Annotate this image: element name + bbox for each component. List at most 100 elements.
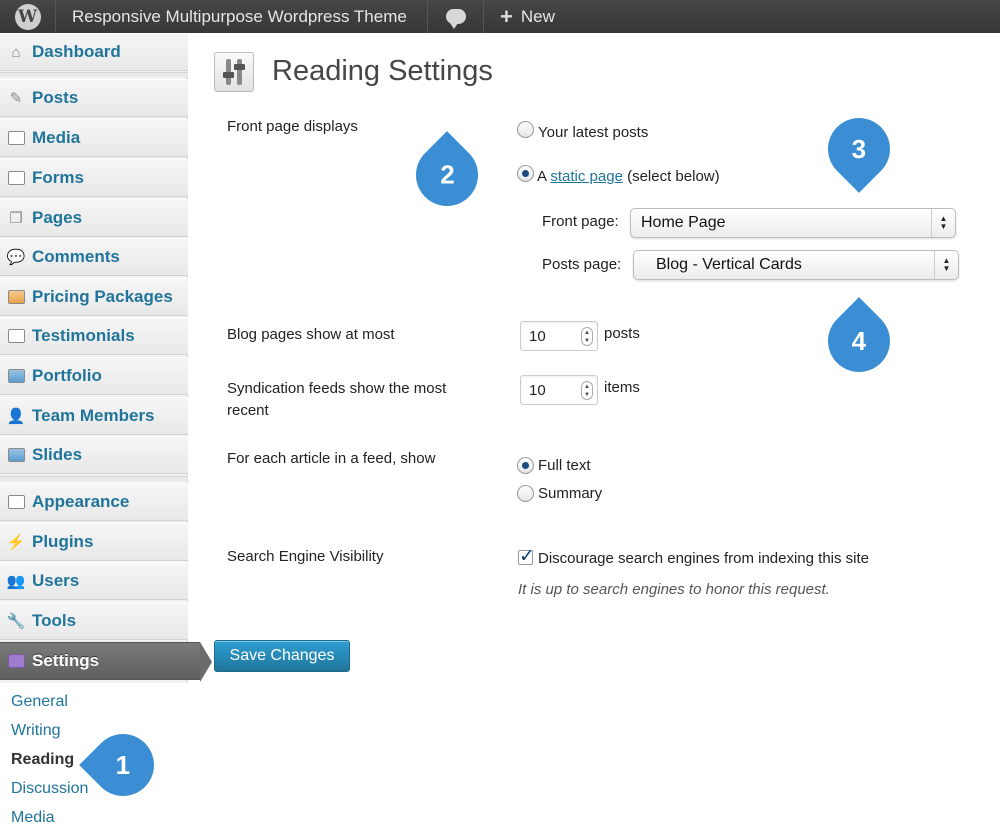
sidebar-item-posts[interactable]: ✎ Posts — [0, 79, 188, 117]
admin-bar: W Responsive Multipurpose Wordpress Them… — [0, 0, 1000, 33]
syndication-unit: items — [604, 379, 640, 396]
syndication-number-input[interactable]: 10 ▲ ▼ — [520, 375, 598, 405]
callout-marker-2: 2 — [403, 131, 491, 219]
sidebar-item-label: Testimonials — [32, 326, 135, 345]
sidebar-item-label: Team Members — [32, 406, 155, 425]
page-title: Reading Settings — [272, 55, 493, 87]
team-icon: 👤 — [6, 408, 26, 425]
latest-posts-radio[interactable] — [517, 121, 534, 138]
select-arrows-icon: ▲ ▼ — [931, 209, 955, 237]
full-text-radio[interactable] — [517, 457, 534, 474]
sidebar-item-label: Plugins — [32, 532, 94, 551]
new-content-button[interactable]: + New — [484, 0, 571, 33]
settings-icon — [5, 652, 27, 670]
appearance-icon — [5, 493, 27, 511]
portfolio-icon — [5, 367, 27, 385]
blog-pages-number-input[interactable]: 10 ▲ ▼ — [520, 321, 598, 351]
front-page-select-label: Front page: — [542, 213, 619, 230]
latest-posts-option-label: Your latest posts — [538, 124, 649, 141]
admin-sidebar: ⌂ Dashboard ✎ Posts Media Forms ❐ Pages … — [0, 33, 212, 834]
wordpress-logo-button[interactable]: W — [0, 0, 56, 33]
testimonials-icon — [5, 327, 27, 345]
syndication-label: Syndication feeds show the most recent — [227, 380, 447, 419]
sidebar-item-label: Portfolio — [32, 366, 102, 385]
sidebar-item-users[interactable]: 👥 Users — [0, 562, 188, 600]
sidebar-item-label: Dashboard — [32, 42, 121, 61]
save-changes-button[interactable]: Save Changes — [214, 640, 350, 672]
submenu-item-media[interactable]: Media — [11, 809, 55, 827]
full-text-option-label: Full text — [538, 457, 591, 474]
sidebar-item-label: Settings — [32, 651, 100, 670]
slides-icon — [5, 446, 27, 464]
wordpress-logo-icon: W — [14, 3, 41, 30]
comment-bubble-icon — [445, 9, 466, 29]
sidebar-item-label: Appearance — [32, 492, 130, 511]
sidebar-item-label: Posts — [32, 88, 79, 107]
sidebar-item-label: Pricing Packages — [32, 287, 173, 306]
submenu-item-writing[interactable]: Writing — [11, 722, 61, 740]
home-icon: ⌂ — [11, 43, 21, 61]
sidebar-item-pages[interactable]: ❐ Pages — [0, 199, 188, 237]
sidebar-item-label: Tools — [32, 611, 77, 630]
blog-pages-value: 10 — [529, 327, 546, 345]
front-page-select-value: Home Page — [641, 214, 726, 231]
sidebar-item-plugins[interactable]: ⚡ Plugins — [0, 523, 188, 561]
sidebar-item-tools[interactable]: 🔧 Tools — [0, 602, 188, 640]
sidebar-item-portfolio[interactable]: Portfolio — [0, 357, 188, 395]
sidebar-item-label: Pages — [32, 208, 83, 227]
discourage-search-checkbox[interactable] — [518, 545, 535, 567]
sidebar-item-slides[interactable]: Slides — [0, 436, 188, 474]
comments-button[interactable] — [428, 0, 484, 33]
blog-pages-label: Blog pages show at most — [227, 326, 395, 343]
search-visibility-hint: It is up to search engines to honor this… — [518, 581, 830, 598]
submenu-item-reading[interactable]: Reading — [11, 751, 74, 769]
sidebar-item-settings[interactable]: Settings — [0, 642, 212, 682]
posts-page-select-value: Blog - Vertical Cards — [656, 256, 802, 273]
sidebar-item-forms[interactable]: Forms — [0, 159, 188, 197]
forms-icon — [5, 169, 27, 187]
front-page-displays-label: Front page displays — [227, 118, 358, 135]
static-page-option-label: A static page (select below) — [537, 168, 720, 185]
plus-icon: + — [500, 3, 513, 29]
sidebar-item-testimonials[interactable]: Testimonials — [0, 317, 188, 355]
sidebar-item-appearance[interactable]: Appearance — [0, 483, 188, 521]
sidebar-item-comments[interactable]: 💬 Comments — [0, 238, 188, 276]
blog-pages-unit: posts — [604, 325, 640, 342]
sidebar-item-label: Comments — [32, 247, 120, 266]
media-icon — [5, 129, 27, 147]
sidebar-item-team-members[interactable]: 👤 Team Members — [0, 397, 188, 435]
menu-separator — [0, 476, 188, 481]
sidebar-item-media[interactable]: Media — [0, 119, 188, 157]
pages-icon: ❐ — [9, 210, 23, 227]
settings-sliders-icon — [214, 52, 254, 92]
new-label: New — [520, 6, 555, 26]
select-arrows-icon: ▲ ▼ — [934, 251, 958, 279]
submenu-item-discussion[interactable]: Discussion — [11, 780, 88, 798]
callout-marker-4: 4 — [815, 297, 903, 385]
users-icon: 👥 — [6, 573, 26, 590]
plugin-icon: ⚡ — [6, 534, 26, 551]
submenu-item-general[interactable]: General — [11, 693, 68, 711]
sidebar-item-pricing-packages[interactable]: Pricing Packages — [0, 278, 188, 316]
pricing-icon — [5, 288, 27, 306]
posts-page-select[interactable]: Blog - Vertical Cards ▲ ▼ — [633, 250, 959, 280]
sidebar-item-label: Users — [32, 571, 80, 590]
spinner-icon[interactable]: ▲ ▼ — [581, 381, 593, 400]
site-title-link[interactable]: Responsive Multipurpose Wordpress Theme — [56, 0, 428, 33]
static-page-link[interactable]: static page — [550, 168, 623, 185]
posts-page-select-label: Posts page: — [542, 256, 622, 273]
sidebar-item-label: Media — [32, 128, 81, 147]
syndication-value: 10 — [529, 381, 546, 399]
menu-separator — [0, 72, 188, 77]
search-visibility-label: Search Engine Visibility — [227, 548, 384, 565]
sidebar-item-label: Slides — [32, 445, 83, 464]
static-page-radio[interactable] — [517, 165, 534, 182]
sidebar-item-dashboard[interactable]: ⌂ Dashboard — [0, 33, 188, 71]
discourage-search-label: Discourage search engines from indexing … — [538, 550, 870, 567]
front-page-select[interactable]: Home Page ▲ ▼ — [630, 208, 956, 238]
callout-marker-3: 3 — [815, 105, 903, 193]
summary-radio[interactable] — [517, 485, 534, 502]
spinner-icon[interactable]: ▲ ▼ — [581, 327, 593, 346]
sidebar-item-label: Forms — [32, 168, 84, 187]
tools-icon: 🔧 — [6, 613, 26, 630]
